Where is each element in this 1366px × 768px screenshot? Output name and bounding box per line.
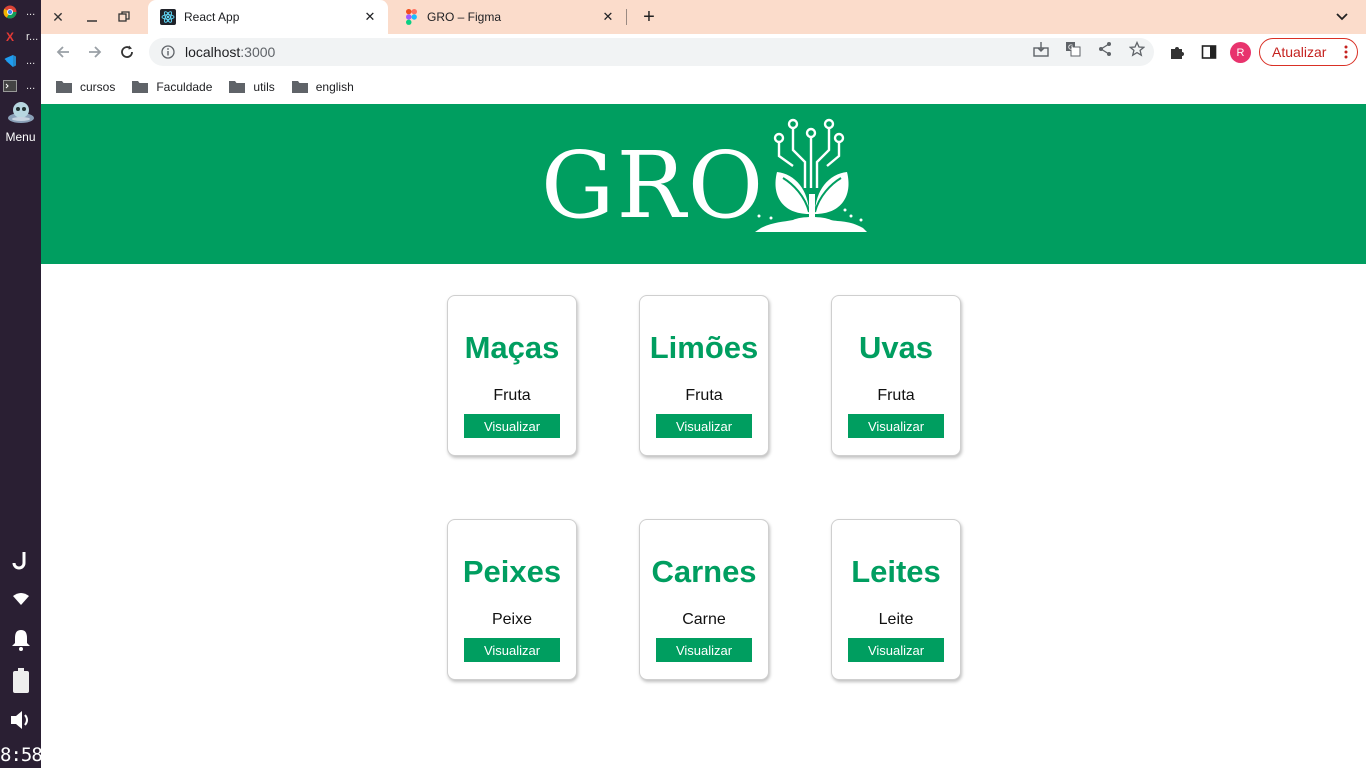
translate-icon[interactable]: G (1064, 40, 1082, 58)
bookmark-label: Faculdade (156, 79, 213, 94)
gro-logo: GRO (541, 116, 871, 236)
product-card: Maças Fruta Visualizar (447, 295, 577, 456)
product-name: Limões (649, 330, 759, 365)
window-close-icon[interactable]: ✕ (47, 6, 69, 28)
tab-react-app[interactable]: React App ✕ (148, 0, 388, 34)
bookmark-folder[interactable]: cursos (56, 80, 115, 94)
product-category: Leite (878, 611, 914, 628)
folder-icon (291, 81, 308, 93)
taskbar-app-label: ... (26, 6, 36, 18)
bookmark-label: utils (253, 79, 275, 94)
bell-icon[interactable] (0, 628, 41, 657)
vscode-icon (2, 53, 18, 69)
product-category: Peixe (491, 611, 533, 628)
bookmarks-bar: cursos Faculdade utils english (41, 70, 1366, 103)
product-category: Fruta (877, 387, 915, 404)
reload-icon[interactable] (115, 40, 139, 64)
back-arrow-icon[interactable] (51, 40, 75, 64)
bookmark-label: english (315, 79, 354, 94)
more-vert-icon (1344, 45, 1348, 59)
forward-arrow-icon[interactable] (83, 40, 107, 64)
tab-close-icon[interactable]: ✕ (600, 9, 616, 25)
view-product-button[interactable]: Visualizar (464, 638, 560, 662)
terminal-icon (2, 78, 18, 94)
tab-figma[interactable]: GRO – Figma ✕ (391, 0, 626, 34)
view-product-button[interactable]: Visualizar (656, 414, 752, 438)
view-product-button[interactable]: Visualizar (464, 414, 560, 438)
window-restore-icon[interactable] (113, 6, 135, 28)
address-bar[interactable]: localhost:3000 (149, 38, 1154, 66)
taskbar-app-x[interactable]: X r... (2, 26, 40, 48)
bookmark-folder[interactable]: Faculdade (132, 80, 212, 94)
bookmark-folder[interactable]: utils (229, 79, 275, 94)
battery-icon (0, 668, 41, 699)
chrome-icon (2, 4, 18, 20)
product-card: Peixes Peixe Visualizar (447, 519, 577, 680)
bookmark-folder[interactable]: english (291, 79, 354, 94)
taskbar-app-label: r... (26, 31, 39, 43)
product-category: Fruta (685, 387, 723, 404)
product-name: Uvas (858, 330, 934, 365)
product-name: Leites (851, 554, 941, 589)
sprout-circuit-icon (755, 118, 867, 232)
taskbar-app-label: ... (26, 55, 36, 67)
product-name: Maças (464, 330, 560, 365)
browser-toolbar: localhost:3000 G R Atualizar (41, 34, 1366, 70)
update-button[interactable]: Atualizar (1259, 38, 1358, 66)
brand-wordmark: GRO (541, 132, 766, 239)
product-card: Limões Fruta Visualizar (639, 295, 769, 456)
view-product-button[interactable]: Visualizar (656, 638, 752, 662)
page-viewport: GRO Maças Fruta Visualizar Limões Fruta … (41, 104, 1366, 768)
update-button-label: Atualizar (1272, 44, 1327, 60)
taskbar-app-label: ... (26, 80, 36, 92)
product-card: Carnes Carne Visualizar (639, 519, 769, 680)
bookmark-star-icon[interactable] (1128, 40, 1146, 58)
taskbar-menu-label: Menu (5, 130, 36, 144)
taskbar-app-terminal[interactable]: ... (2, 75, 40, 97)
volume-icon[interactable] (0, 709, 41, 736)
product-category: Fruta (493, 387, 531, 404)
figma-icon (403, 9, 419, 25)
share-icon[interactable] (1096, 40, 1114, 58)
browser-tab-strip: ✕ React App ✕ GRO – Figma ✕ + (41, 0, 1366, 34)
url-text: localhost:3000 (185, 44, 276, 60)
window-minimize-icon[interactable] (81, 6, 103, 28)
tab-search-chevron-icon[interactable] (1332, 7, 1352, 27)
tab-title: GRO – Figma (427, 10, 502, 24)
product-name: Peixes (462, 554, 562, 589)
install-app-icon[interactable] (1032, 40, 1050, 58)
site-info-icon[interactable] (161, 45, 175, 59)
folder-icon (56, 81, 72, 93)
product-category: Carne (682, 611, 726, 628)
side-panel-icon[interactable] (1199, 42, 1219, 62)
wifi-icon[interactable] (0, 592, 41, 611)
folder-icon (132, 81, 149, 93)
product-name: Carnes (651, 554, 757, 589)
view-product-button[interactable]: Visualizar (848, 638, 944, 662)
product-card: Uvas Fruta Visualizar (831, 295, 961, 456)
clock-text: 8:58 (0, 744, 43, 766)
tab-close-icon[interactable]: ✕ (362, 9, 378, 25)
x-app-icon: X (5, 30, 14, 44)
taskbar-app-vscode[interactable]: ... (2, 50, 40, 72)
tab-title: React App (184, 10, 240, 24)
os-taskbar: ... X r... ... ... Menu 8:58 (0, 0, 43, 768)
folder-icon (229, 81, 246, 93)
alien-menu-icon (7, 98, 35, 128)
taskbar-app-chrome[interactable]: ... (2, 1, 40, 23)
product-card: Leites Leite Visualizar (831, 519, 961, 680)
extensions-puzzle-icon[interactable] (1167, 42, 1187, 62)
bookmark-label: cursos (80, 79, 116, 94)
view-product-button[interactable]: Visualizar (848, 414, 944, 438)
svg-text:G: G (1068, 44, 1073, 52)
tab-separator (626, 9, 627, 25)
j-app-icon[interactable] (0, 550, 41, 575)
profile-avatar[interactable]: R (1230, 42, 1251, 63)
site-header: GRO (41, 104, 1366, 264)
taskbar-menu-button[interactable]: Menu (0, 98, 41, 144)
react-icon (160, 9, 176, 25)
new-tab-icon[interactable]: + (637, 6, 661, 28)
